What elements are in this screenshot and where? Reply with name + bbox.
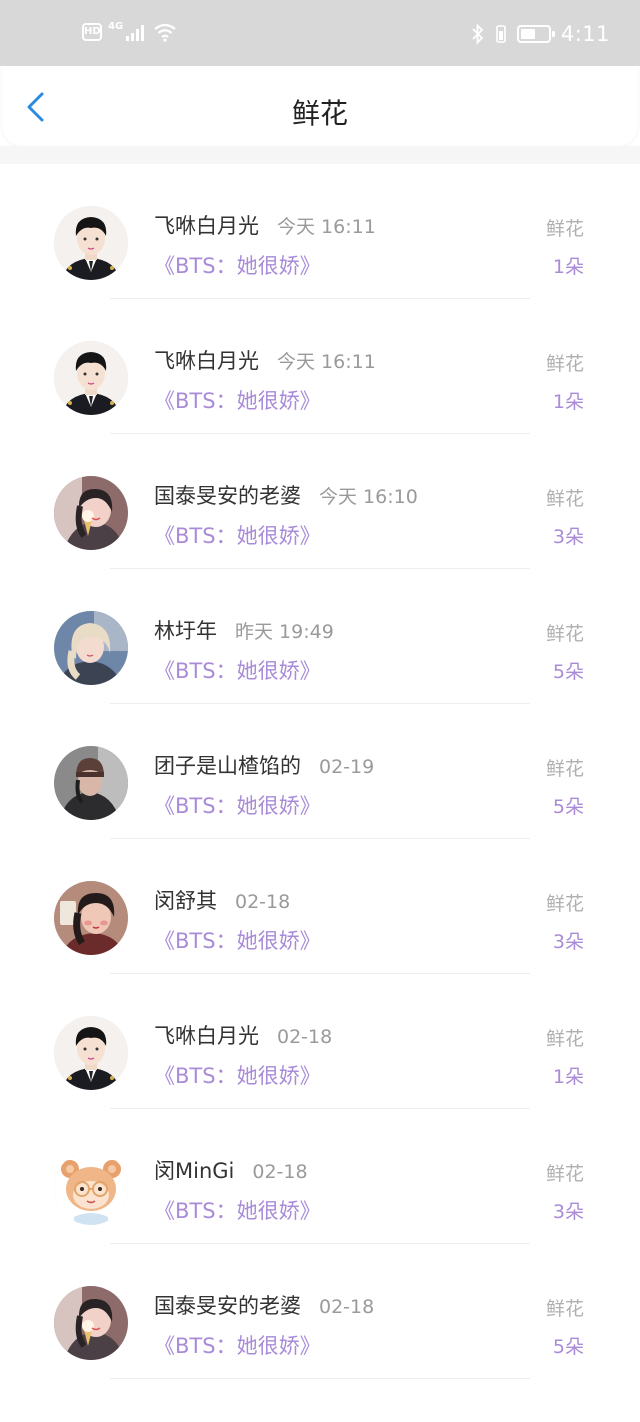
user-name[interactable]: 国泰旻安的老婆: [154, 480, 301, 510]
timestamp: 今天 16:11: [277, 216, 376, 238]
blonde-girl-avatar-image: [54, 611, 128, 685]
avatar[interactable]: [54, 746, 128, 820]
row-divider: [110, 1378, 530, 1379]
gift-list: 飞咻白月光 今天 16:11 《BTS：她很娇》 鲜花 1朵 飞咻白月光 今天 …: [0, 164, 640, 1379]
name-line: 林圩年 昨天 19:49: [154, 615, 334, 645]
gift-count: 5朵: [552, 796, 584, 818]
status-left: HD 4G: [82, 20, 177, 42]
vibrate-battery-icon: [496, 25, 506, 43]
network-type: 4G: [108, 20, 124, 32]
list-item[interactable]: 飞咻白月光 今天 16:11 《BTS：她很娇》 鲜花 1朵: [0, 164, 640, 299]
signal-icon: [126, 25, 145, 41]
icecream-girl-avatar-image: [54, 476, 128, 550]
avatar[interactable]: [54, 611, 128, 685]
name-line: 国泰旻安的老婆 02-18: [154, 1290, 374, 1320]
list-item[interactable]: 国泰旻安的老婆 今天 16:10 《BTS：她很娇》 鲜花 3朵: [0, 434, 640, 569]
battery-icon: [516, 25, 555, 43]
cartoon-bear-avatar-image: [54, 1151, 128, 1225]
icecream-girl-avatar-image: [54, 1286, 128, 1360]
user-name[interactable]: 飞咻白月光: [154, 345, 259, 375]
book-title-link[interactable]: 《BTS：她很娇》: [154, 520, 321, 550]
page-title: 鲜花: [291, 97, 348, 130]
avatar[interactable]: [54, 1151, 128, 1225]
user-name[interactable]: 闵MinGi: [154, 1155, 234, 1185]
gift-type-label: 鲜花: [545, 1298, 584, 1320]
timestamp: 今天 16:10: [319, 486, 418, 508]
gift-type-label: 鲜花: [545, 758, 584, 780]
book-title-link[interactable]: 《BTS：她很娇》: [154, 655, 321, 685]
header-separator: [0, 146, 640, 164]
user-name[interactable]: 团子是山楂馅的: [154, 750, 301, 780]
name-line: 飞咻白月光 今天 16:11: [154, 210, 376, 240]
avatar[interactable]: [54, 341, 128, 415]
timestamp: 02-19: [319, 756, 375, 778]
gift-count: 1朵: [552, 1066, 584, 1088]
list-item[interactable]: 团子是山楂馅的 02-19 《BTS：她很娇》 鲜花 5朵: [0, 704, 640, 839]
list-item[interactable]: 飞咻白月光 今天 16:11 《BTS：她很娇》 鲜花 1朵: [0, 299, 640, 434]
list-item[interactable]: 飞咻白月光 02-18 《BTS：她很娇》 鲜花 1朵: [0, 974, 640, 1109]
avatar[interactable]: [54, 476, 128, 550]
name-line: 闵MinGi 02-18: [154, 1155, 308, 1185]
bluetooth-icon: [472, 23, 484, 45]
status-bar: HD 4G 4:11: [0, 0, 640, 66]
gift-type-label: 鲜花: [545, 488, 584, 510]
user-name[interactable]: 飞咻白月光: [154, 210, 259, 240]
timestamp: 02-18: [319, 1296, 375, 1318]
list-item[interactable]: 闵舒其 02-18 《BTS：她很娇》 鲜花 3朵: [0, 839, 640, 974]
name-line: 闵舒其 02-18: [154, 885, 290, 915]
gift-count: 3朵: [552, 1201, 584, 1223]
timestamp: 02-18: [235, 891, 291, 913]
gift-count: 5朵: [552, 661, 584, 683]
gift-count: 1朵: [552, 256, 584, 278]
timestamp: 昨天 19:49: [235, 621, 334, 643]
avatar[interactable]: [54, 881, 128, 955]
status-time: 4:11: [560, 22, 610, 46]
user-name[interactable]: 飞咻白月光: [154, 1020, 259, 1050]
gift-count: 3朵: [552, 526, 584, 548]
book-title-link[interactable]: 《BTS：她很娇》: [154, 1330, 321, 1360]
gift-type-label: 鲜花: [545, 1163, 584, 1185]
book-title-link[interactable]: 《BTS：她很娇》: [154, 1060, 321, 1090]
list-item[interactable]: 闵MinGi 02-18 《BTS：她很娇》 鲜花 3朵: [0, 1109, 640, 1244]
red-girl-avatar-image: [54, 881, 128, 955]
avatar[interactable]: [54, 206, 128, 280]
book-title-link[interactable]: 《BTS：她很娇》: [154, 250, 321, 280]
gift-type-label: 鲜花: [545, 218, 584, 240]
gift-type-label: 鲜花: [545, 893, 584, 915]
hd-badge: HD: [82, 23, 102, 41]
status-right: 4:11: [471, 22, 610, 46]
name-line: 飞咻白月光 02-18: [154, 1020, 332, 1050]
book-title-link[interactable]: 《BTS：她很娇》: [154, 790, 321, 820]
user-name[interactable]: 林圩年: [154, 615, 217, 645]
suit-boy-avatar-image: [54, 206, 128, 280]
suit-boy-avatar-image: [54, 1016, 128, 1090]
list-item[interactable]: 国泰旻安的老婆 02-18 《BTS：她很娇》 鲜花 5朵: [0, 1244, 640, 1379]
avatar[interactable]: [54, 1286, 128, 1360]
book-title-link[interactable]: 《BTS：她很娇》: [154, 925, 321, 955]
suit-boy-avatar-image: [54, 341, 128, 415]
gift-count: 1朵: [552, 391, 584, 413]
timestamp: 02-18: [277, 1026, 333, 1048]
gift-type-label: 鲜花: [545, 353, 584, 375]
book-title-link[interactable]: 《BTS：她很娇》: [154, 385, 321, 415]
gift-type-label: 鲜花: [545, 1028, 584, 1050]
gift-type-label: 鲜花: [545, 623, 584, 645]
wifi-icon: [154, 23, 176, 42]
name-line: 飞咻白月光 今天 16:11: [154, 345, 376, 375]
battery-level: [520, 29, 535, 39]
name-line: 团子是山楂馅的 02-19: [154, 750, 374, 780]
book-title-link[interactable]: 《BTS：她很娇》: [154, 1195, 321, 1225]
user-name[interactable]: 国泰旻安的老婆: [154, 1290, 301, 1320]
user-name[interactable]: 闵舒其: [154, 885, 217, 915]
timestamp: 02-18: [252, 1161, 308, 1183]
name-line: 国泰旻安的老婆 今天 16:10: [154, 480, 418, 510]
list-item[interactable]: 林圩年 昨天 19:49 《BTS：她很娇》 鲜花 5朵: [0, 569, 640, 704]
avatar[interactable]: [54, 1016, 128, 1090]
header: 鲜花: [2, 66, 638, 146]
beanie-person-avatar-image: [54, 746, 128, 820]
gift-count: 5朵: [552, 1336, 584, 1358]
gift-count: 3朵: [552, 931, 584, 953]
timestamp: 今天 16:11: [277, 351, 376, 373]
